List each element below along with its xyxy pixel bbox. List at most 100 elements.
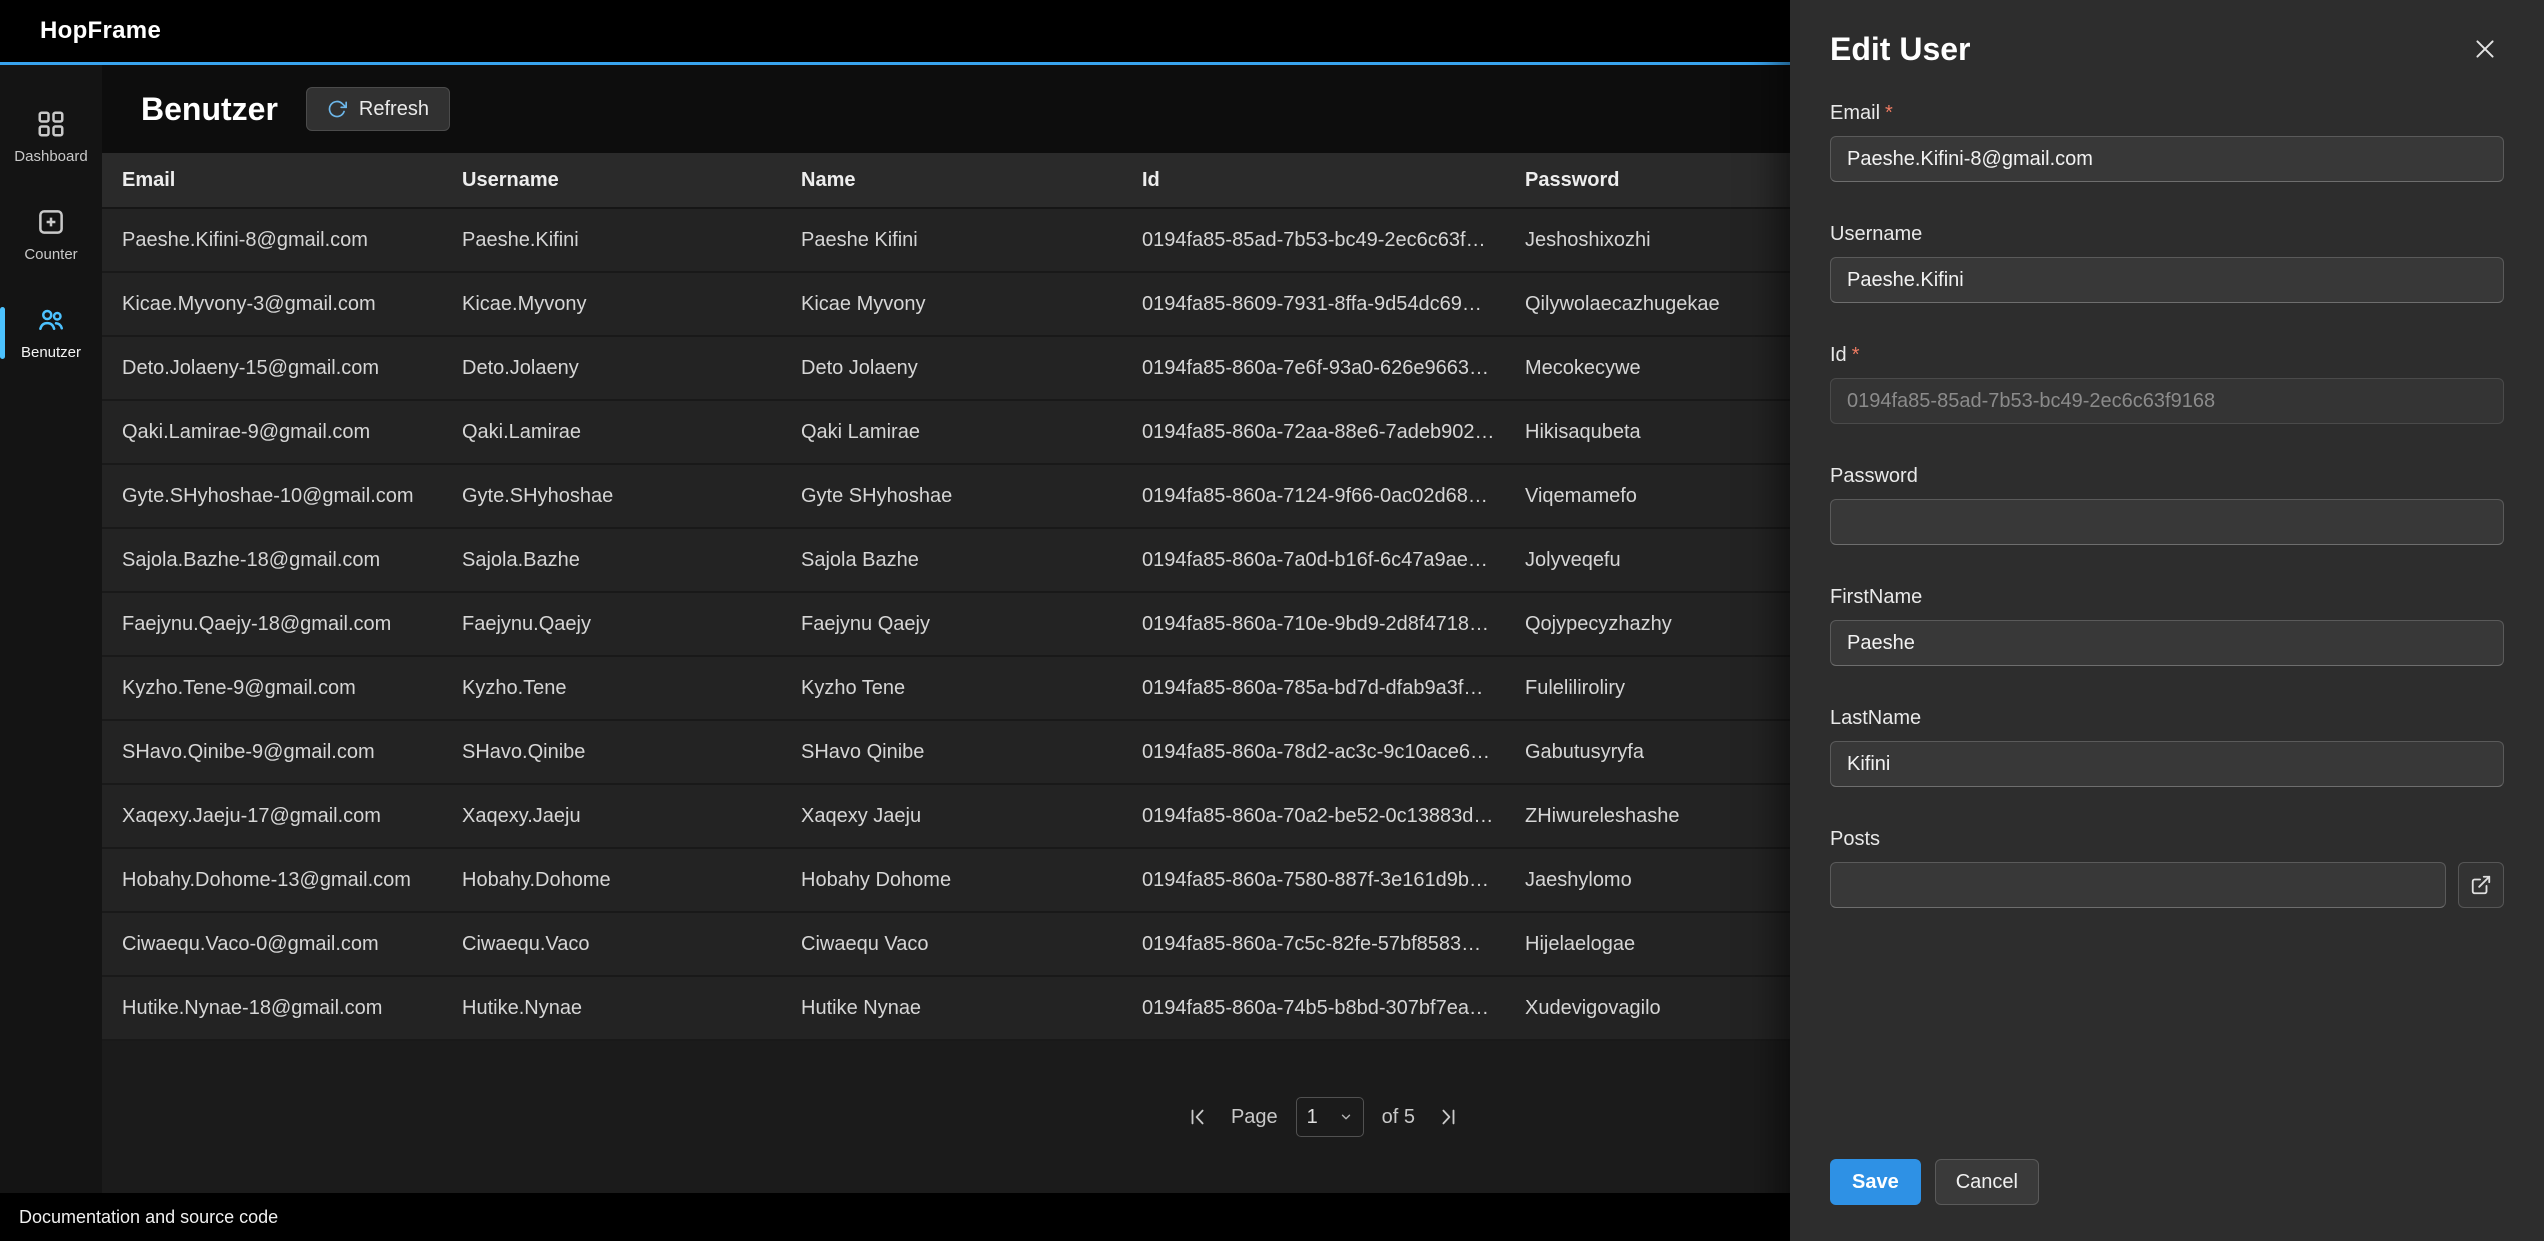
cell-id: 0194fa85-860a-78d2-ac3c-9c10ace6… bbox=[1122, 741, 1505, 764]
sidebar-item-counter[interactable]: Counter bbox=[0, 189, 102, 281]
email-field[interactable] bbox=[1830, 136, 2504, 182]
username-field-group: Username bbox=[1830, 223, 2504, 303]
open-posts-button[interactable] bbox=[2458, 862, 2504, 908]
posts-row bbox=[1830, 862, 2504, 908]
cell-name: Hobahy Dohome bbox=[781, 869, 1122, 892]
page-select[interactable]: 1 bbox=[1296, 1097, 1364, 1137]
sidebar-item-benutzer[interactable]: Benutzer bbox=[0, 287, 102, 379]
users-icon bbox=[36, 305, 66, 335]
password-field-group: Password bbox=[1830, 465, 2504, 545]
cell-username: Hutike.Nynae bbox=[442, 997, 781, 1020]
sidebar-item-label: Benutzer bbox=[21, 344, 81, 361]
refresh-label: Refresh bbox=[359, 98, 429, 121]
close-button[interactable] bbox=[2466, 30, 2504, 68]
cell-email: Qaki.Lamirae-9@gmail.com bbox=[102, 421, 442, 444]
app-brand: HopFrame bbox=[40, 17, 161, 45]
close-icon bbox=[2472, 36, 2498, 62]
cell-name: Kyzho Tene bbox=[781, 677, 1122, 700]
cell-username: Ciwaequ.Vaco bbox=[442, 933, 781, 956]
cell-name: Deto Jolaeny bbox=[781, 357, 1122, 380]
cell-email: Hutike.Nynae-18@gmail.com bbox=[102, 997, 442, 1020]
panel-header: Edit User bbox=[1830, 30, 2504, 68]
cell-name: Paeshe Kifini bbox=[781, 229, 1122, 252]
app-root: HopFrame Dashboard bbox=[0, 0, 2544, 1241]
cell-email: Xaqexy.Jaeju-17@gmail.com bbox=[102, 805, 442, 828]
last-page-button[interactable] bbox=[1433, 1102, 1463, 1132]
cell-username: Gyte.SHyhoshae bbox=[442, 485, 781, 508]
cell-name: Kicae Myvony bbox=[781, 293, 1122, 316]
sidebar: Dashboard Counter bbox=[0, 65, 102, 1193]
cell-id: 0194fa85-85ad-7b53-bc49-2ec6c63f… bbox=[1122, 229, 1505, 252]
email-label: Email * bbox=[1830, 102, 2504, 125]
page-title: Benutzer bbox=[141, 91, 278, 128]
last-page-icon bbox=[1437, 1106, 1459, 1128]
cell-id: 0194fa85-860a-7c5c-82fe-57bf8583… bbox=[1122, 933, 1505, 956]
cell-name: Sajola Bazhe bbox=[781, 549, 1122, 572]
username-field[interactable] bbox=[1830, 257, 2504, 303]
cell-id: 0194fa85-860a-785a-bd7d-dfab9a3f… bbox=[1122, 677, 1505, 700]
cell-username: Xaqexy.Jaeju bbox=[442, 805, 781, 828]
cell-username: Paeshe.Kifini bbox=[442, 229, 781, 252]
cell-username: Kicae.Myvony bbox=[442, 293, 781, 316]
cell-id: 0194fa85-860a-74b5-b8bd-307bf7ea… bbox=[1122, 997, 1505, 1020]
panel-spacer bbox=[1830, 908, 2504, 1159]
cell-email: Paeshe.Kifini-8@gmail.com bbox=[102, 229, 442, 252]
page-word: Page bbox=[1231, 1106, 1278, 1129]
panel-title: Edit User bbox=[1830, 31, 1970, 68]
page-select-value: 1 bbox=[1307, 1106, 1318, 1129]
cell-name: Ciwaequ Vaco bbox=[781, 933, 1122, 956]
cell-username: Kyzho.Tene bbox=[442, 677, 781, 700]
column-header-email[interactable]: Email bbox=[102, 169, 442, 192]
cancel-button[interactable]: Cancel bbox=[1935, 1159, 2039, 1205]
posts-field[interactable] bbox=[1830, 862, 2446, 908]
required-asterisk: * bbox=[1852, 344, 1860, 367]
id-field-group: Id * bbox=[1830, 344, 2504, 424]
lastname-field[interactable] bbox=[1830, 741, 2504, 787]
panel-actions: Save Cancel bbox=[1830, 1159, 2504, 1205]
pagination: Page 1 of 5 bbox=[1183, 1097, 1463, 1137]
cell-id: 0194fa85-860a-7580-887f-3e161d9b… bbox=[1122, 869, 1505, 892]
cell-name: Hutike Nynae bbox=[781, 997, 1122, 1020]
firstname-field-group: FirstName bbox=[1830, 586, 2504, 666]
cell-email: Sajola.Bazhe-18@gmail.com bbox=[102, 549, 442, 572]
sidebar-item-dashboard[interactable]: Dashboard bbox=[0, 91, 102, 183]
first-page-button[interactable] bbox=[1183, 1102, 1213, 1132]
cell-name: Faejynu Qaejy bbox=[781, 613, 1122, 636]
column-header-name[interactable]: Name bbox=[781, 169, 1122, 192]
cell-name: Xaqexy Jaeju bbox=[781, 805, 1122, 828]
cell-email: Faejynu.Qaejy-18@gmail.com bbox=[102, 613, 442, 636]
page-of-text: of 5 bbox=[1382, 1106, 1415, 1129]
column-header-id[interactable]: Id bbox=[1122, 169, 1505, 192]
column-header-username[interactable]: Username bbox=[442, 169, 781, 192]
chevron-down-icon bbox=[1339, 1110, 1353, 1124]
documentation-link[interactable]: Documentation and source code bbox=[19, 1207, 278, 1228]
posts-label-text: Posts bbox=[1830, 828, 1880, 851]
required-asterisk: * bbox=[1885, 102, 1893, 125]
edit-user-panel: Edit User Email * Username bbox=[1790, 0, 2544, 1241]
username-label-text: Username bbox=[1830, 223, 1922, 246]
cell-email: Hobahy.Dohome-13@gmail.com bbox=[102, 869, 442, 892]
cell-username: Hobahy.Dohome bbox=[442, 869, 781, 892]
refresh-button[interactable]: Refresh bbox=[306, 87, 450, 131]
save-button[interactable]: Save bbox=[1830, 1159, 1921, 1205]
password-label-text: Password bbox=[1830, 465, 1918, 488]
password-field[interactable] bbox=[1830, 499, 2504, 545]
posts-field-group: Posts bbox=[1830, 828, 2504, 908]
cell-email: Ciwaequ.Vaco-0@gmail.com bbox=[102, 933, 442, 956]
id-label: Id * bbox=[1830, 344, 2504, 367]
email-field-group: Email * bbox=[1830, 102, 2504, 182]
cell-id: 0194fa85-860a-7a0d-b16f-6c47a9ae… bbox=[1122, 549, 1505, 572]
cell-id: 0194fa85-860a-7e6f-93a0-626e9663… bbox=[1122, 357, 1505, 380]
cell-email: SHavo.Qinibe-9@gmail.com bbox=[102, 741, 442, 764]
refresh-icon bbox=[327, 99, 347, 119]
id-field bbox=[1830, 378, 2504, 424]
cell-name: SHavo Qinibe bbox=[781, 741, 1122, 764]
firstname-field[interactable] bbox=[1830, 620, 2504, 666]
cell-id: 0194fa85-8609-7931-8ffa-9d54dc69… bbox=[1122, 293, 1505, 316]
email-label-text: Email bbox=[1830, 102, 1880, 125]
sidebar-item-label: Dashboard bbox=[14, 148, 87, 165]
lastname-label: LastName bbox=[1830, 707, 2504, 730]
cell-email: Kicae.Myvony-3@gmail.com bbox=[102, 293, 442, 316]
password-label: Password bbox=[1830, 465, 2504, 488]
cell-username: Sajola.Bazhe bbox=[442, 549, 781, 572]
